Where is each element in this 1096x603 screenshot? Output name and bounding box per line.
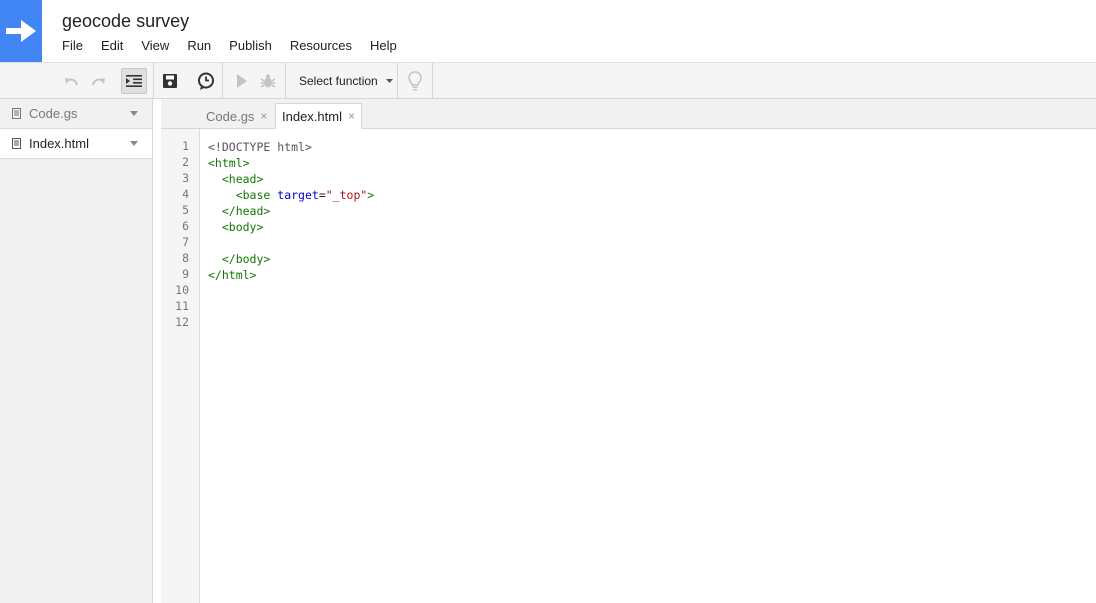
code-token: <body> <box>221 220 264 234</box>
project-title[interactable]: geocode survey <box>62 11 189 32</box>
line-number: 9 <box>182 267 189 281</box>
code-line: <head> <box>208 171 374 187</box>
indent-toggle-button[interactable] <box>121 68 147 94</box>
debug-icon <box>260 74 276 88</box>
toolbar-divider <box>432 63 433 99</box>
debug-button[interactable] <box>255 68 281 94</box>
menu-help[interactable]: Help <box>370 38 397 53</box>
run-icon <box>237 74 247 88</box>
code-editor[interactable]: <!DOCTYPE html> <html> <head> <base targe… <box>208 139 374 331</box>
arrow-right-icon <box>6 20 36 42</box>
line-number: 6 <box>182 219 189 233</box>
code-token: = <box>318 188 326 202</box>
line-number: 8 <box>182 251 189 265</box>
tab-label: Code.gs <box>206 108 255 124</box>
file-menu-caret-icon[interactable] <box>130 111 138 116</box>
tab-index-html[interactable]: Index.html × <box>275 103 362 129</box>
indent-icon <box>126 75 142 87</box>
tab-label: Index.html <box>282 108 342 124</box>
code-line: </head> <box>208 203 374 219</box>
toolbar-divider <box>285 63 286 99</box>
triggers-button[interactable] <box>193 68 219 94</box>
line-number: 3 <box>182 171 189 185</box>
code-token: <!DOCTYPE html> <box>208 140 312 154</box>
code-token: <html> <box>208 156 250 170</box>
undo-icon <box>65 78 78 86</box>
undo-button[interactable] <box>59 68 85 94</box>
lightbulb-icon <box>408 71 422 91</box>
line-number: 1 <box>182 139 189 153</box>
save-icon <box>163 74 177 88</box>
menu-view[interactable]: View <box>141 38 169 53</box>
code-line: <html> <box>208 155 374 171</box>
file-item-index-html[interactable]: Index.html <box>0 129 152 159</box>
line-number: 2 <box>182 155 189 169</box>
toolbar-divider <box>222 63 223 99</box>
menu-publish[interactable]: Publish <box>229 38 272 53</box>
code-token: </body> <box>221 252 271 266</box>
triggers-icon <box>198 72 214 90</box>
line-number: 12 <box>175 315 189 329</box>
menu-edit[interactable]: Edit <box>101 38 123 53</box>
save-button[interactable] <box>157 68 183 94</box>
file-item-code-gs[interactable]: Code.gs <box>0 99 152 129</box>
file-name: Index.html <box>29 136 89 151</box>
code-token: <base <box>235 188 271 202</box>
redo-button[interactable] <box>85 68 111 94</box>
code-token: "_top" <box>325 188 368 202</box>
menu-file[interactable]: File <box>62 38 83 53</box>
file-name: Code.gs <box>29 106 78 121</box>
code-line: </html> <box>208 267 374 283</box>
code-token: </head> <box>221 204 271 218</box>
line-number: 5 <box>182 203 189 217</box>
code-line: <body> <box>208 219 374 235</box>
editor-tab-strip: Code.gs × Index.html × <box>161 99 1096 129</box>
code-token: target <box>277 188 319 202</box>
tab-close-icon[interactable]: × <box>348 109 355 123</box>
menu-run[interactable]: Run <box>187 38 211 53</box>
line-number: 11 <box>175 299 189 313</box>
run-button[interactable] <box>229 68 255 94</box>
file-sidebar: Code.gs Index.html <box>0 99 153 603</box>
code-token: <head> <box>221 172 264 186</box>
select-function-dropdown[interactable]: Select function <box>299 74 393 88</box>
toolbar-divider <box>153 63 154 99</box>
line-number: 10 <box>175 283 189 297</box>
line-number: 7 <box>182 235 189 249</box>
line-number: 4 <box>182 187 189 201</box>
line-number-gutter: 1 2 3 4 5 6 7 8 9 10 11 12 <box>161 129 200 603</box>
toolbar: Select function <box>0 62 1096 99</box>
caret-down-icon <box>385 79 393 83</box>
sidebar-splitter[interactable] <box>153 99 161 603</box>
code-token: </html> <box>208 268 257 282</box>
menu-resources[interactable]: Resources <box>290 38 352 53</box>
header: geocode survey File Edit View Run Publis… <box>0 0 1096 62</box>
code-token: > <box>367 188 375 202</box>
tab-close-icon[interactable]: × <box>260 109 267 123</box>
file-icon <box>12 138 21 149</box>
redo-icon <box>92 78 105 86</box>
code-line: <base target="_top"> <box>208 187 375 203</box>
apps-script-logo[interactable] <box>0 0 42 62</box>
lightbulb-button[interactable] <box>402 68 428 94</box>
code-line: <!DOCTYPE html> <box>208 139 374 155</box>
tab-code-gs[interactable]: Code.gs × <box>200 103 273 129</box>
select-function-label: Select function <box>299 74 378 88</box>
menu-bar: File Edit View Run Publish Resources Hel… <box>62 38 415 53</box>
file-menu-caret-icon[interactable] <box>130 141 138 146</box>
file-icon <box>12 108 21 119</box>
toolbar-divider <box>397 63 398 99</box>
code-line: </body> <box>208 251 374 267</box>
